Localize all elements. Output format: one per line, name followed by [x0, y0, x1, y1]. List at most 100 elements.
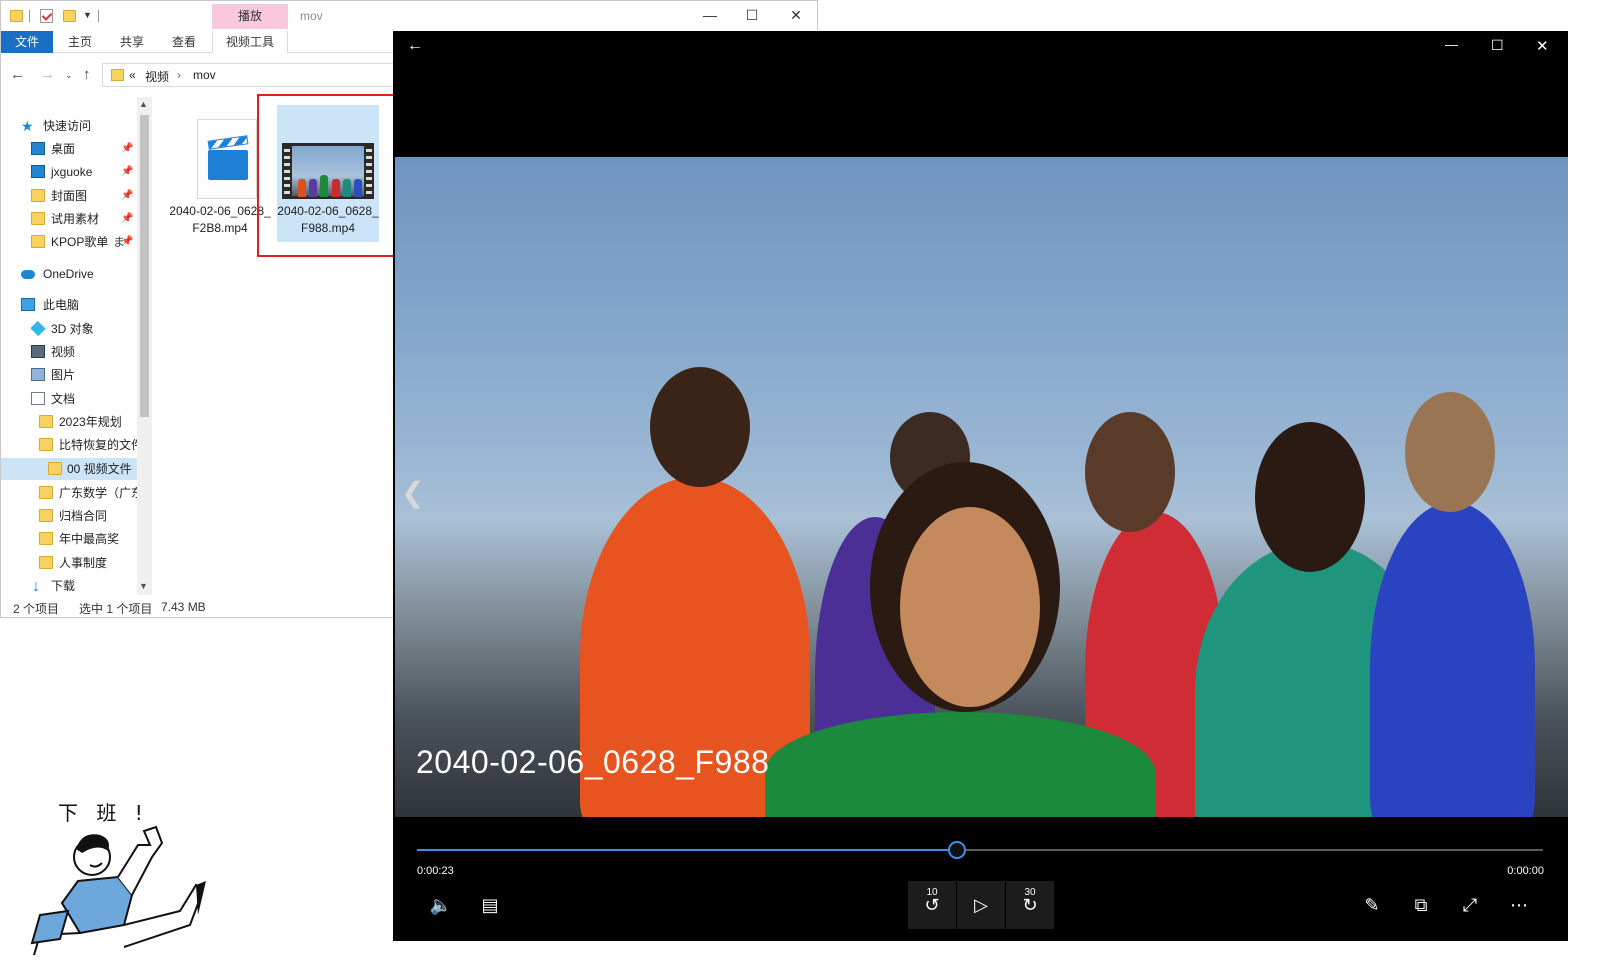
play-button[interactable]: ▷ — [957, 881, 1005, 929]
rewind-10-button[interactable]: ↺ 10 — [908, 881, 956, 929]
folder-icon — [39, 486, 53, 499]
folder-icon — [39, 556, 53, 569]
video-frame[interactable] — [395, 157, 1568, 817]
folder-icon — [31, 212, 45, 225]
minimize-icon: — — [1445, 37, 1458, 52]
nav-this-pc[interactable]: 此电脑 — [21, 294, 151, 316]
folder-icon — [39, 509, 53, 522]
window-title: mov — [300, 9, 323, 23]
nav-label: 下载 — [51, 579, 76, 593]
minimize-button[interactable]: — — [1445, 37, 1458, 52]
nav-jxguoke[interactable]: jxguoke 📌 — [31, 161, 151, 183]
more-options-button[interactable]: ⋯ — [1495, 881, 1543, 929]
maximize-button[interactable]: ☐ — [1491, 37, 1504, 54]
tab-video-tools[interactable]: 视频工具 — [212, 31, 288, 53]
nav-label: 比特恢复的文件 — [59, 438, 144, 452]
quick-access-folder-icon[interactable] — [10, 10, 23, 22]
selected-size: 7.43 MB — [161, 600, 206, 614]
document-icon — [31, 392, 45, 405]
previous-video-button[interactable]: ❮ — [401, 476, 424, 509]
pin-icon: 📌 — [121, 213, 134, 224]
scroll-up-icon[interactable]: ▲ — [139, 99, 148, 109]
nav-onedrive[interactable]: OneDrive — [21, 263, 151, 285]
recent-locations-icon[interactable]: ⌄ — [65, 70, 73, 81]
back-button[interactable]: ← — [10, 66, 25, 83]
tab-home[interactable]: 主页 — [61, 31, 99, 53]
scroll-down-icon[interactable]: ▼ — [139, 581, 148, 591]
back-arrow-icon: ← — [407, 37, 423, 54]
mini-view-button[interactable]: ⧉ — [1397, 881, 1445, 929]
volume-button[interactable]: 🔈 — [417, 881, 465, 929]
nav-folder-guangdong-math[interactable]: 广东数学（广东 — [39, 482, 151, 504]
nav-scrollbar[interactable]: ▲ ▼ — [137, 97, 152, 595]
nav-folder-midyear-award[interactable]: 年中最高奖 — [39, 528, 151, 550]
close-button[interactable]: ✕ — [773, 1, 817, 31]
nav-documents[interactable]: 文档 — [31, 388, 151, 410]
captions-button[interactable]: ▤ — [466, 881, 514, 929]
nav-label: OneDrive — [43, 267, 94, 281]
edit-button[interactable]: ✎ — [1348, 881, 1396, 929]
nav-kpop-playlist[interactable]: KPOP歌单 ま 📌 — [31, 231, 151, 253]
tab-view[interactable]: 查看 — [165, 31, 203, 53]
nav-label: 快速访问 — [43, 119, 92, 133]
nav-label: 图片 — [51, 368, 76, 382]
nav-folder-video-files[interactable]: 00 视频文件 — [1, 458, 151, 480]
up-button[interactable]: ↑ — [83, 66, 91, 83]
breadcrumb-mov[interactable]: mov — [193, 68, 216, 82]
back-button[interactable]: ← — [407, 37, 423, 55]
tab-share[interactable]: 共享 — [113, 31, 151, 53]
nav-downloads[interactable]: 下载 — [31, 575, 151, 597]
nav-label: 此电脑 — [43, 298, 80, 312]
nav-desktop[interactable]: 桌面 📌 — [31, 138, 151, 160]
seek-bar-handle[interactable] — [948, 841, 967, 859]
nav-3d-objects[interactable]: 3D 对象 — [31, 318, 151, 340]
folder-icon — [31, 189, 45, 202]
nav-folder-hr-policy[interactable]: 人事制度 — [39, 552, 151, 574]
nav-label: 3D 对象 — [51, 322, 94, 336]
folder-icon — [111, 69, 124, 81]
video-title: 2040-02-06_0628_F988 — [416, 744, 770, 780]
cloud-icon — [21, 270, 35, 279]
nav-trial-materials[interactable]: 试用素材 📌 — [31, 208, 151, 230]
customize-toolbar-icon[interactable]: ▼ — [83, 10, 92, 26]
maximize-button[interactable]: ☐ — [729, 1, 775, 31]
nav-label: 视频 — [51, 345, 76, 359]
file-item[interactable]: 2040-02-06_0628_F2B8.mp4 — [169, 105, 271, 242]
nav-label: 试用素材 — [51, 212, 100, 226]
chevron-left-icon: ❮ — [401, 477, 425, 508]
nav-videos[interactable]: 视频 — [31, 341, 151, 363]
maximize-icon: ☐ — [1491, 37, 1504, 53]
pin-icon: 📌 — [121, 166, 134, 177]
cartoon-figure — [30, 825, 206, 956]
close-button[interactable]: ✕ — [1536, 37, 1549, 55]
scrollbar-thumb[interactable] — [140, 115, 149, 417]
volume-icon: 🔈 — [429, 895, 453, 915]
monitor-icon — [31, 165, 45, 178]
nav-cover-images[interactable]: 封面图 📌 — [31, 185, 151, 207]
minimize-button[interactable]: — — [687, 1, 733, 31]
forward-button[interactable]: → — [40, 66, 55, 83]
pin-icon: 📌 — [121, 236, 134, 247]
nav-folder-recovered[interactable]: 比特恢复的文件 — [39, 434, 151, 456]
fullscreen-button[interactable]: ⤢ — [1446, 881, 1494, 929]
download-icon — [31, 576, 45, 597]
breadcrumb-overflow[interactable]: « — [129, 68, 136, 82]
nav-folder-plan-2023[interactable]: 2023年规划 — [39, 411, 151, 433]
tab-file[interactable]: 文件 — [1, 31, 53, 53]
toolbar-separator — [29, 10, 30, 22]
chevron-right-icon: › — [177, 68, 181, 82]
nav-quick-access[interactable]: 快速访问 — [21, 115, 151, 137]
properties-icon[interactable] — [40, 9, 53, 23]
seek-bar[interactable] — [417, 841, 1543, 859]
star-icon — [21, 115, 35, 137]
fullscreen-icon: ⤢ — [1462, 895, 1478, 915]
time-remaining: 0:00:00 — [1507, 865, 1544, 877]
nav-label: jxguoke — [51, 165, 93, 179]
new-folder-icon[interactable] — [63, 10, 76, 22]
forward-30-button[interactable]: ↻ 30 — [1006, 881, 1054, 929]
film-icon — [31, 345, 45, 358]
context-tab-play[interactable]: 播放 — [212, 4, 288, 29]
nav-pictures[interactable]: 图片 — [31, 364, 151, 386]
nav-folder-contracts[interactable]: 归档合同 — [39, 505, 151, 527]
breadcrumb-videos[interactable]: 视频 — [145, 68, 169, 85]
